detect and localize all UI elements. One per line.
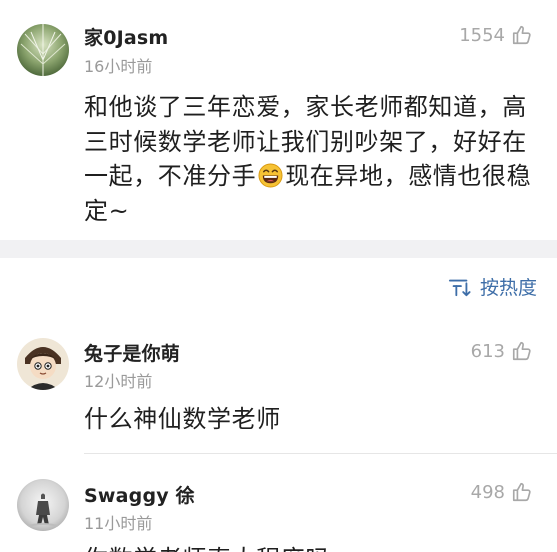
avatar-icon — [17, 338, 69, 390]
thumbs-up-icon — [512, 482, 531, 502]
username[interactable]: 兔子是你萌 — [84, 339, 180, 366]
sort-icon — [448, 279, 471, 296]
comment-item: Swaggy 徐 11小时前 498 你数学老师真大程度吗 — [0, 476, 557, 552]
comment-line: 你数学老师真大程度吗 — [84, 542, 544, 552]
avatar-icon — [17, 479, 69, 531]
comment-text: 什么神仙数学老师 — [84, 402, 544, 437]
like-button[interactable]: 498 — [471, 481, 533, 503]
avatar-icon — [17, 24, 69, 76]
sort-label: 按热度 — [479, 277, 537, 299]
laughing-emoji-icon — [258, 163, 283, 188]
like-count: 498 — [470, 481, 505, 503]
comment-item: 兔子是你萌 12小时前 613 什么神仙数学老师 — [0, 338, 557, 454]
comment-line: 什么神仙数学老师 — [84, 405, 281, 433]
comment-line: 一起，不准分手 现在异地，感情也很稳 — [84, 159, 544, 194]
username[interactable]: Swaggy 徐 — [84, 481, 195, 508]
comment-item: 家0Jasm 16小时前 1554 和他谈了三年恋爱，家长老师都知道，高 三时候… — [0, 0, 557, 240]
section-divider — [0, 240, 557, 258]
comment-text: 和他谈了三年恋爱，家长老师都知道，高 三时候数学老师让我们别吵架了，好好在 一起… — [84, 90, 544, 228]
avatar[interactable] — [17, 24, 69, 76]
comment-text: 你数学老师真大程度吗 — [84, 542, 544, 552]
like-count: 613 — [470, 340, 505, 362]
like-count: 1554 — [459, 24, 505, 46]
comment-divider — [84, 453, 557, 454]
timestamp: 11小时前 — [84, 514, 153, 533]
avatar[interactable] — [17, 479, 69, 531]
username[interactable]: 家0Jasm — [84, 23, 168, 50]
timestamp: 16小时前 — [84, 57, 153, 76]
timestamp: 12小时前 — [84, 372, 153, 391]
like-button[interactable]: 1554 — [459, 24, 533, 46]
comment-line: 三时候数学老师让我们别吵架了，好好在 — [84, 127, 527, 156]
like-button[interactable]: 613 — [471, 340, 533, 362]
comment-fragment: 现在异地，感情也很稳 — [285, 162, 532, 190]
comment-line: 定~ — [84, 196, 130, 225]
thumbs-up-icon — [512, 25, 531, 45]
comments-page: 家0Jasm 16小时前 1554 和他谈了三年恋爱，家长老师都知道，高 三时候… — [0, 0, 557, 552]
thumbs-up-icon — [512, 341, 531, 361]
avatar[interactable] — [17, 338, 69, 390]
comment-line: 和他谈了三年恋爱，家长老师都知道，高 — [84, 93, 527, 121]
sort-toggle[interactable]: 按热度 — [448, 273, 537, 300]
comment-fragment: 一起，不准分手 — [84, 162, 257, 190]
